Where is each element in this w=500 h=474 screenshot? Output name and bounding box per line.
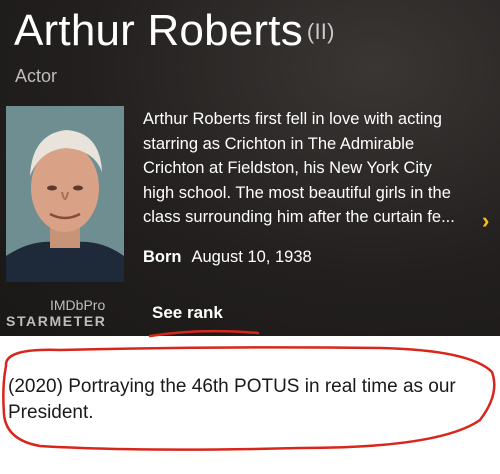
born-label: Born — [143, 248, 182, 266]
bio-line: starring as Crichton in The Admirable — [143, 134, 415, 153]
actor-photo[interactable] — [6, 106, 124, 282]
bio-line: Crichton at Fieldston, his New York City — [143, 159, 432, 177]
actor-role: Actor — [15, 66, 58, 86]
imdbpro-label: IMDbPro — [50, 297, 106, 313]
bio-line: high school. The most beautiful girls in… — [143, 183, 451, 202]
actor-name-text: Arthur Roberts — [14, 6, 303, 55]
portrait-image — [6, 106, 124, 282]
name-suffix: (II) — [306, 19, 335, 44]
actor-card: Arthur Roberts (II) Actor Arthur Roberts … — [0, 0, 500, 336]
bio-line: Arthur Roberts first fell in love with a… — [143, 110, 442, 128]
chevron-right-icon[interactable]: › — [482, 210, 489, 232]
caption-area: (2020) Portraying the 46th POTUS in real… — [0, 336, 500, 474]
actor-name: Arthur Roberts (II) — [14, 6, 335, 56]
caption-text: (2020) Portraying the 46th POTUS in real… — [8, 376, 456, 423]
born-date: August 10, 1938 — [191, 248, 312, 266]
starmeter-label: STARMETER — [6, 313, 107, 329]
born-row: Born August 10, 1938 — [143, 248, 312, 267]
bio-line: class surrounding him after the curtain … — [143, 208, 455, 226]
bio-text[interactable]: Arthur Roberts first fell in love with a… — [143, 107, 483, 230]
see-rank-link[interactable]: See rank — [152, 303, 223, 323]
